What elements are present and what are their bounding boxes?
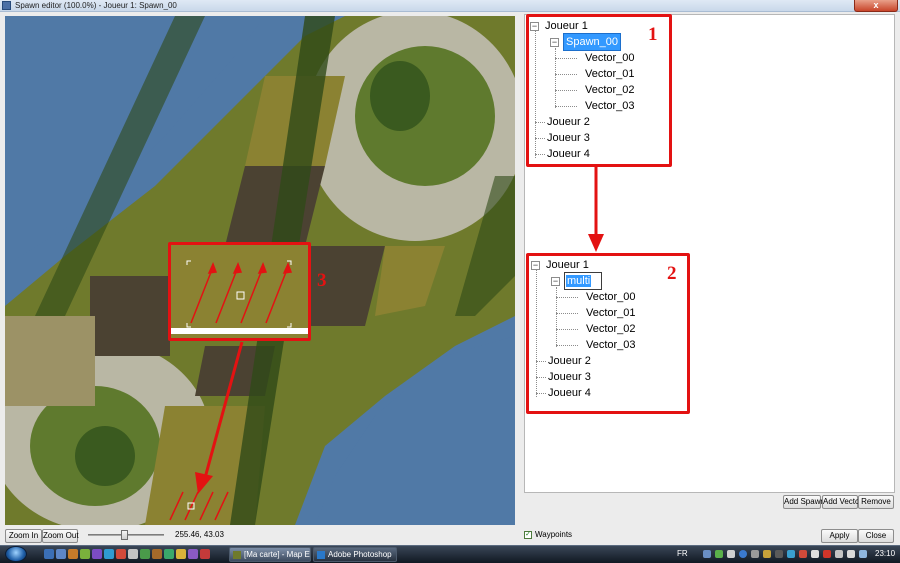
tray-icon[interactable] [703, 550, 711, 558]
app-launcher-icon[interactable] [176, 549, 186, 559]
tree-node-joueur[interactable]: Joueur 4 [545, 146, 592, 162]
collapse-icon[interactable]: − [551, 276, 560, 286]
app-icon [2, 1, 11, 10]
add-vector-button[interactable]: Add Vector [822, 495, 862, 509]
taskbar-map-editor-label: [Ma carte] - Map Ed... [244, 550, 310, 559]
tree-node-vector[interactable]: Vector_02 [584, 321, 638, 337]
map-editor-icon [233, 551, 241, 559]
rename-text: multi [566, 275, 592, 287]
add-spawn-button[interactable]: Add Spawn [783, 495, 825, 509]
network-icon[interactable] [859, 550, 867, 558]
app-launcher-icon[interactable] [188, 549, 198, 559]
app-launcher-icon[interactable] [104, 549, 114, 559]
tray-icon[interactable] [799, 550, 807, 558]
remove-button[interactable]: Remove [858, 495, 894, 509]
taskbar-map-editor[interactable]: [Ma carte] - Map Ed... [229, 547, 311, 562]
tree-node-vector[interactable]: Vector_03 [584, 337, 638, 353]
taskbar-photoshop-label: Adobe Photoshop [328, 550, 392, 559]
map-canvas[interactable] [5, 16, 515, 525]
title-bar: Spawn editor (100.0%) - Joueur 1: Spawn_… [0, 0, 900, 12]
waypoints-checkbox[interactable]: ✓ [524, 531, 532, 539]
close-button[interactable]: Close [858, 529, 894, 543]
tray-icon[interactable] [727, 550, 735, 558]
tray-icon[interactable] [775, 550, 783, 558]
tree-node-joueur-1[interactable]: Joueur 1 [543, 18, 590, 34]
tray-icon[interactable] [739, 550, 747, 558]
tree-node-vector[interactable]: Vector_02 [583, 82, 637, 98]
callout-number-1: 1 [648, 24, 658, 45]
tree-node-vector[interactable]: Vector_01 [584, 305, 638, 321]
window-title: Spawn editor (100.0%) - Joueur 1: Spawn_… [15, 1, 177, 10]
cursor-coordinates: 255.46, 43.03 [175, 530, 224, 539]
tree-node-joueur[interactable]: Joueur 4 [546, 385, 593, 401]
window-close-button[interactable]: x [854, 0, 898, 12]
zoom-slider-thumb[interactable] [121, 530, 128, 540]
tree-node-spawn-selected[interactable]: Spawn_00 [563, 33, 621, 51]
tray-icon[interactable] [715, 550, 723, 558]
callout-number-3: 3 [317, 270, 327, 291]
start-button-icon[interactable] [5, 546, 27, 562]
desktop-icon[interactable] [44, 549, 54, 559]
tree-node-joueur[interactable]: Joueur 2 [546, 353, 593, 369]
tree-node-joueur-1[interactable]: Joueur 1 [544, 257, 591, 273]
taskbar-photoshop[interactable]: Adobe Photoshop [313, 547, 397, 562]
callout-arrow-1-2 [588, 166, 604, 252]
tray-icon[interactable] [823, 550, 831, 558]
app-launcher-icon[interactable] [92, 549, 102, 559]
map-view[interactable] [5, 16, 515, 525]
tree-panel[interactable] [524, 14, 895, 493]
language-indicator[interactable]: FR [677, 549, 688, 558]
app-launcher-icon[interactable] [164, 549, 174, 559]
window-switch-icon[interactable] [56, 549, 66, 559]
tray-icon[interactable] [811, 550, 819, 558]
zoom-in-button[interactable]: Zoom In [5, 529, 42, 543]
tree-node-vector[interactable]: Vector_03 [583, 98, 637, 114]
tree-node-vector[interactable]: Vector_00 [584, 289, 638, 305]
collapse-icon[interactable]: − [550, 37, 559, 47]
callout-number-2: 2 [667, 263, 677, 284]
tree-node-joueur[interactable]: Joueur 3 [545, 130, 592, 146]
app-launcher-icon[interactable] [152, 549, 162, 559]
tree-node-rename-field[interactable]: multi [564, 272, 603, 290]
tree-node-vector[interactable]: Vector_01 [583, 66, 637, 82]
waypoints-label: Waypoints [535, 530, 573, 539]
tray-icon[interactable] [763, 550, 771, 558]
app-launcher-icon[interactable] [140, 549, 150, 559]
tray-icon[interactable] [787, 550, 795, 558]
clock[interactable]: 23:10 [875, 549, 895, 558]
collapse-icon[interactable]: − [530, 21, 539, 31]
app-launcher-icon[interactable] [68, 549, 78, 559]
app-launcher-icon[interactable] [116, 549, 126, 559]
app-launcher-icon[interactable] [200, 549, 210, 559]
tray-icon[interactable] [751, 550, 759, 558]
collapse-icon[interactable]: − [531, 260, 540, 270]
apply-button[interactable]: Apply [821, 529, 858, 543]
zoom-out-button[interactable]: Zoom Out [42, 529, 79, 543]
app-launcher-icon[interactable] [80, 549, 90, 559]
tree-node-joueur[interactable]: Joueur 3 [546, 369, 593, 385]
tray-icon[interactable] [835, 550, 843, 558]
volume-icon[interactable] [847, 550, 855, 558]
tree-node-vector[interactable]: Vector_00 [583, 50, 637, 66]
photoshop-icon [317, 551, 325, 559]
app-launcher-icon[interactable] [128, 549, 138, 559]
tree-node-joueur[interactable]: Joueur 2 [545, 114, 592, 130]
